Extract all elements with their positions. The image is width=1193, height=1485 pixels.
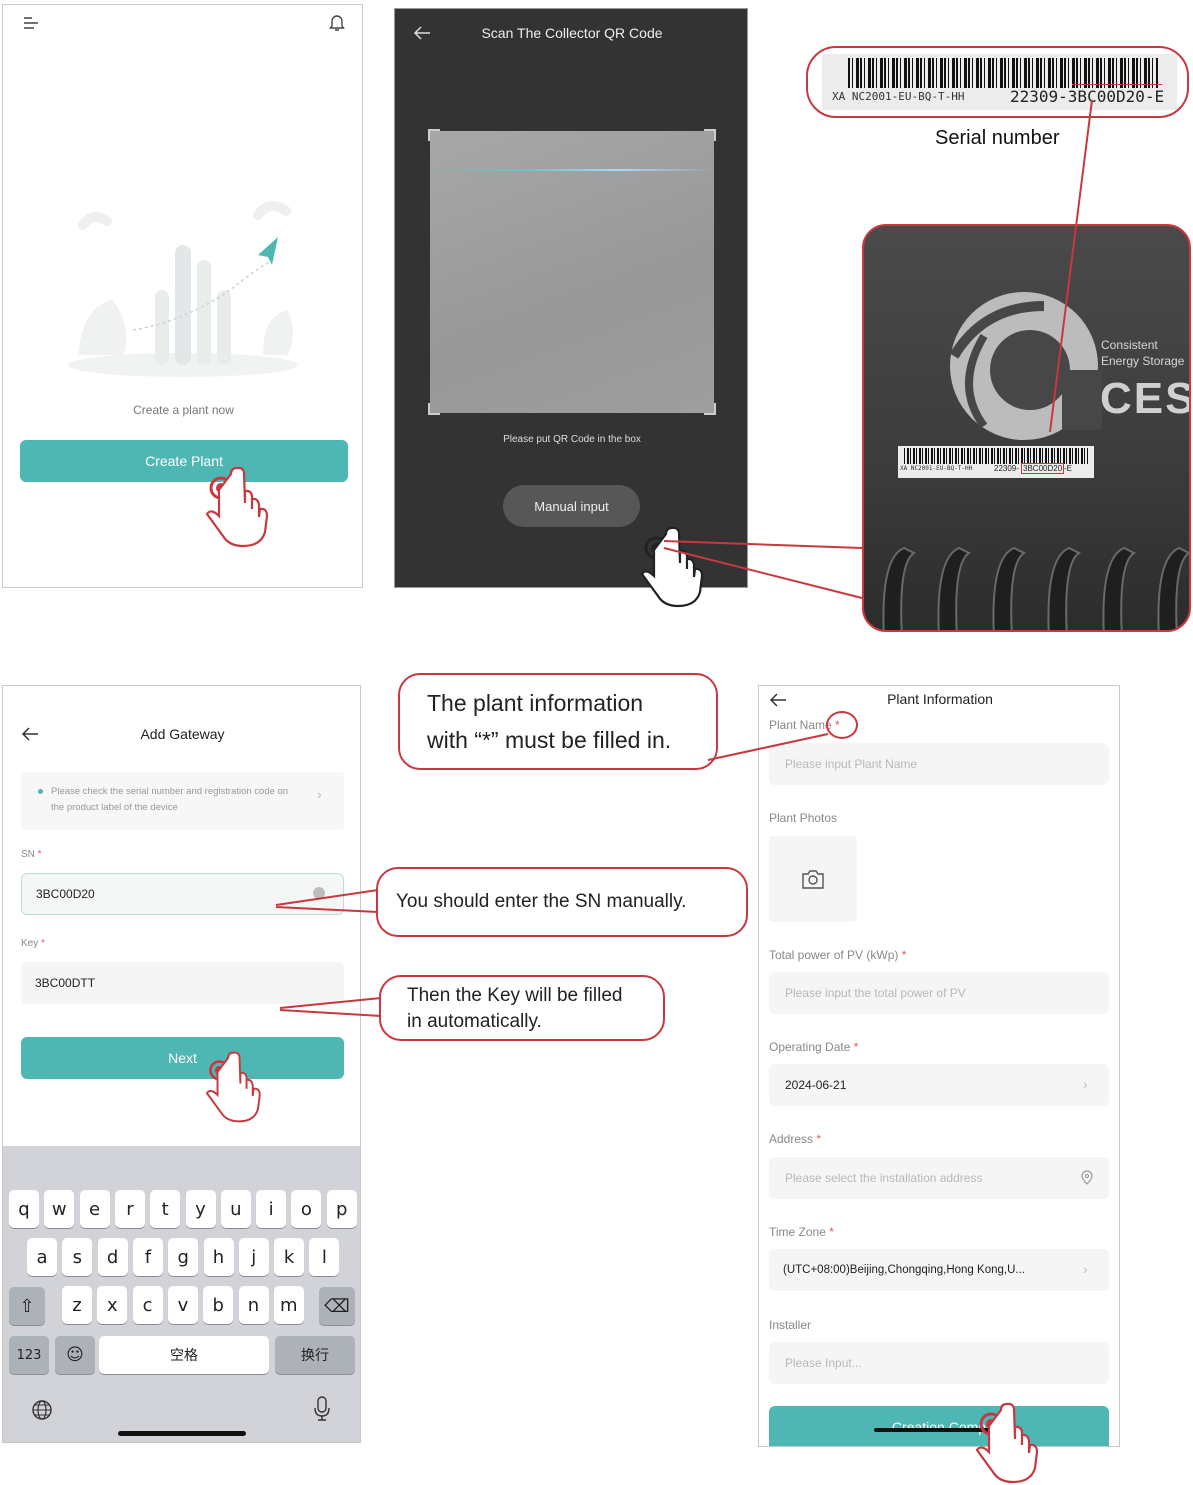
connector-required-to-field xyxy=(707,733,829,761)
connector-key-top xyxy=(279,997,382,1009)
connector-manual-to-device-top xyxy=(663,540,863,549)
connector-sn-bottom xyxy=(275,906,379,913)
connector-key-bottom xyxy=(279,1009,382,1017)
connector-lines xyxy=(275,99,1093,1017)
connector-serial-to-device xyxy=(1049,99,1093,433)
connector-manual-to-device-bottom xyxy=(663,547,863,599)
connector-sn-top xyxy=(275,889,379,906)
